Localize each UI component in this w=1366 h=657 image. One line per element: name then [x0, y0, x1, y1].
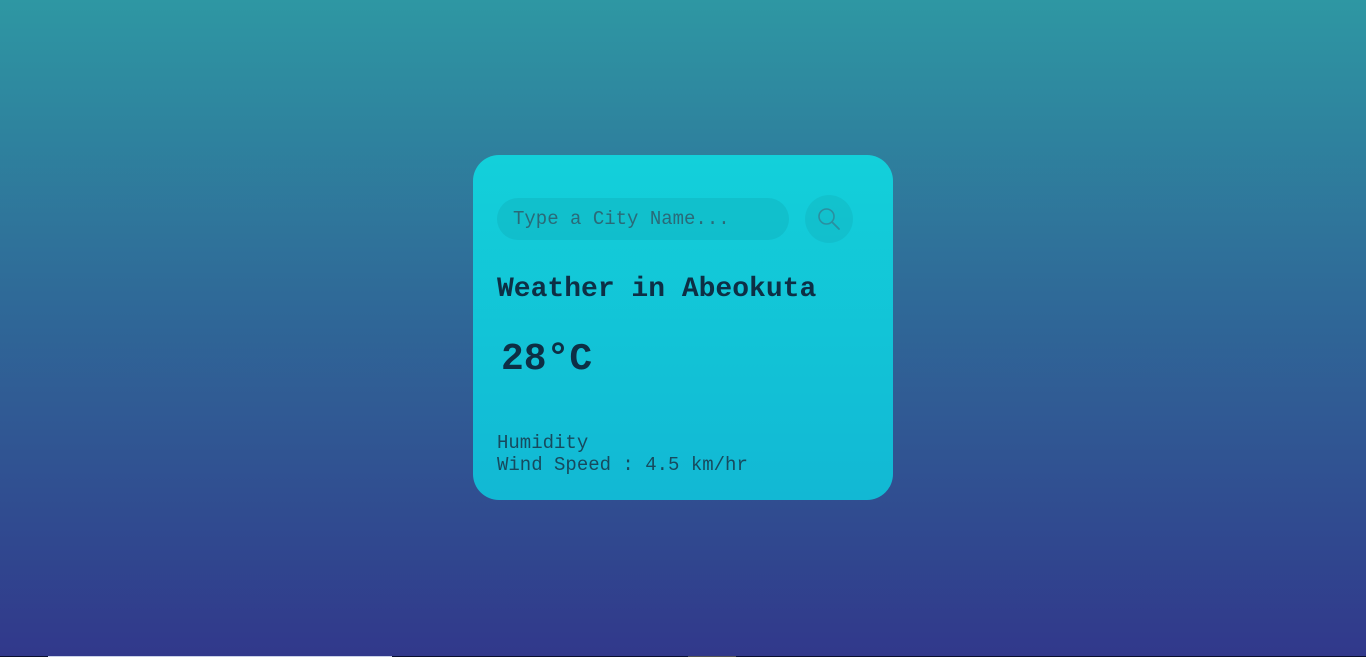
- search-icon: [818, 208, 840, 230]
- search-button[interactable]: [805, 195, 853, 243]
- humidity-text: Humidity: [497, 432, 589, 454]
- temperature: 28°C: [501, 338, 593, 381]
- city-title: Weather in Abeokuta: [497, 274, 817, 305]
- wind-speed-text: Wind Speed : 4.5 km/hr: [497, 454, 748, 476]
- city-search-input[interactable]: [497, 198, 789, 240]
- weather-card: Weather in Abeokuta 28°C Humidity Wind S…: [473, 155, 893, 500]
